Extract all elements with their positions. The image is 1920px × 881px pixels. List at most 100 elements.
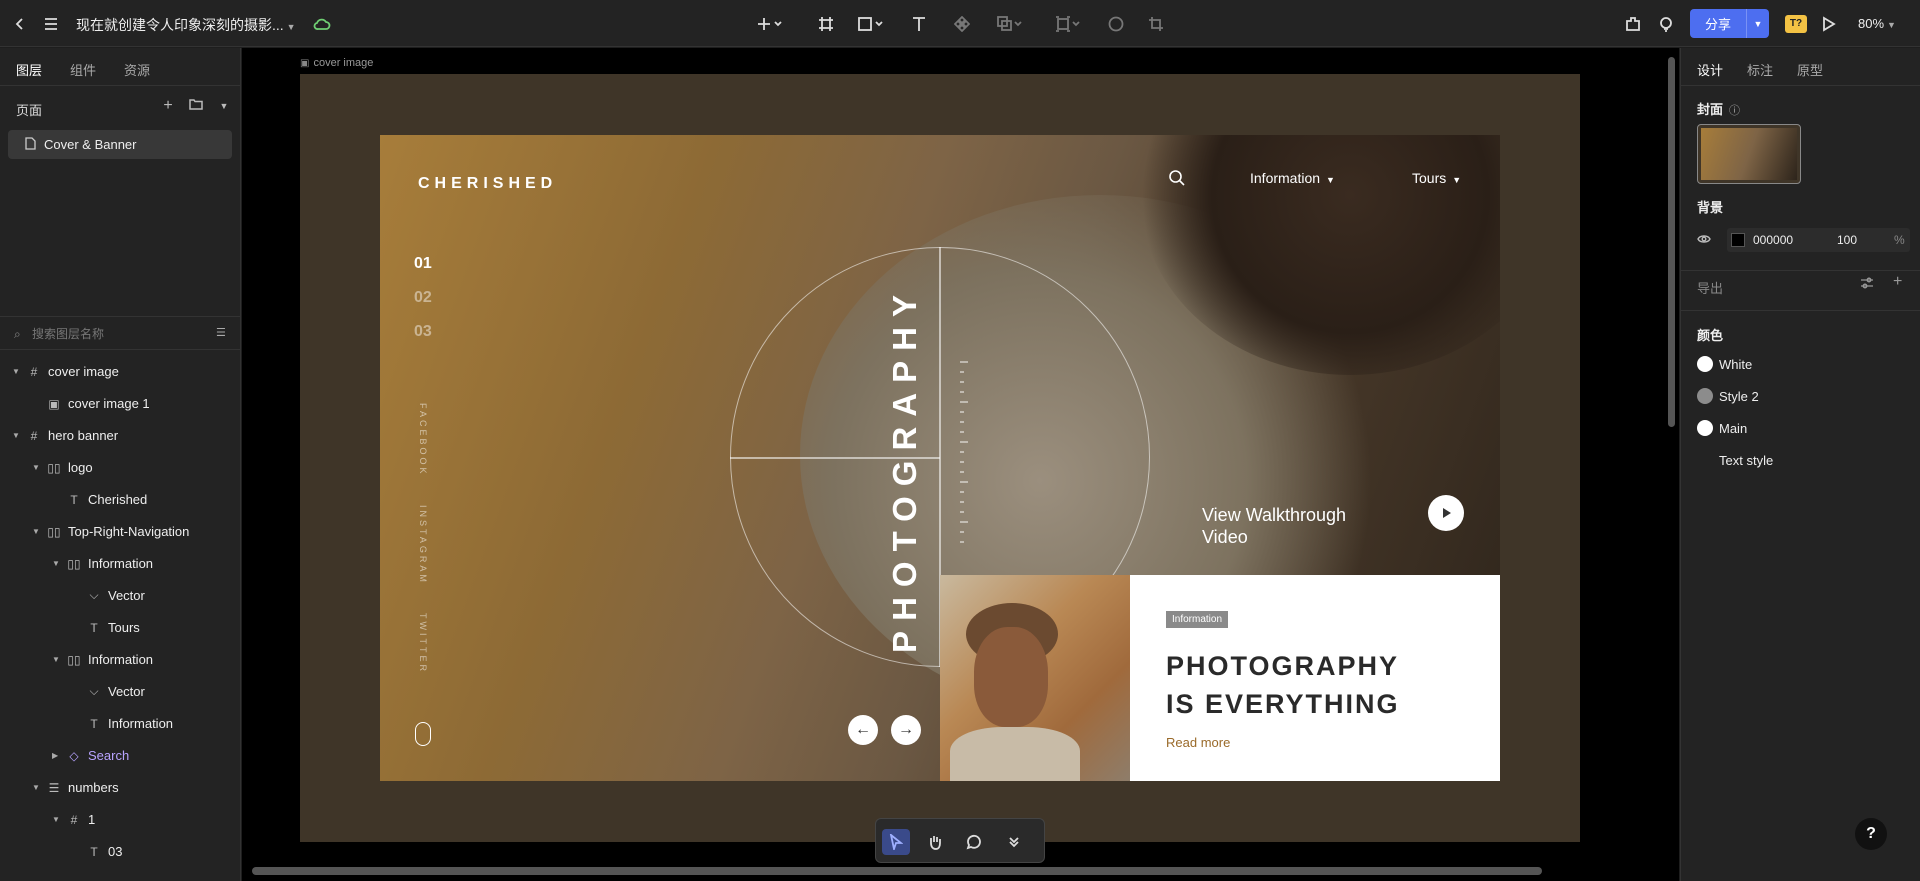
- text-tool-button[interactable]: [907, 10, 931, 37]
- read-more-link[interactable]: Read more: [1166, 735, 1230, 750]
- play-prototype-icon[interactable]: [1816, 10, 1840, 37]
- color-style-main[interactable]: Main: [1697, 420, 1747, 436]
- filter-icon[interactable]: ☰: [216, 326, 226, 339]
- share-button[interactable]: 分享 ▼: [1690, 9, 1769, 38]
- background-fill-row[interactable]: 000000 100 %: [1727, 228, 1910, 252]
- background-swatch[interactable]: [1731, 233, 1745, 247]
- layer-row[interactable]: ▼ ▯▯ logo: [32, 460, 93, 475]
- text-style-item[interactable]: Text style: [1719, 453, 1773, 468]
- document-title[interactable]: 现在就创建令人印象深刻的摄影... ▼: [76, 15, 296, 35]
- logo-text[interactable]: CHERISHED: [418, 175, 557, 193]
- layer-row[interactable]: ▼ # hero banner: [12, 428, 118, 443]
- prev-slide-button[interactable]: ←: [848, 715, 878, 745]
- slide-number-2[interactable]: 02: [414, 289, 432, 307]
- crop-tool-button[interactable]: [1144, 10, 1168, 37]
- background-hex[interactable]: 000000: [1753, 233, 1793, 247]
- search-icon[interactable]: [1168, 169, 1188, 189]
- play-video-button[interactable]: [1428, 495, 1464, 531]
- text-missing-font-badge[interactable]: T?: [1785, 15, 1807, 33]
- text-layer-icon: T: [70, 492, 78, 507]
- caret-down-icon[interactable]: ▼: [32, 783, 46, 792]
- layer-row[interactable]: ▶ ◇ Search: [52, 748, 129, 763]
- layer-row[interactable]: ⌵ Vector: [72, 684, 144, 699]
- share-dropdown-icon[interactable]: ▼: [1747, 9, 1769, 38]
- color-style-white[interactable]: White: [1697, 356, 1752, 372]
- back-icon[interactable]: [10, 10, 30, 37]
- caret-down-icon[interactable]: ▼: [12, 367, 26, 376]
- caret-right-icon[interactable]: ▶: [52, 751, 66, 760]
- layer-row[interactable]: ▼ #1: [52, 812, 95, 827]
- nav-information[interactable]: Information ▼: [1250, 170, 1335, 186]
- layer-row[interactable]: ▣ cover image 1: [32, 396, 149, 411]
- tab-annotate[interactable]: 标注: [1747, 60, 1773, 79]
- tab-assets[interactable]: 资源: [124, 60, 150, 79]
- photography-vertical-title[interactable]: PHOTOGRAPHY: [886, 285, 924, 653]
- divider: [0, 85, 241, 86]
- layer-row[interactable]: ▼ # cover image: [12, 364, 119, 379]
- layer-row[interactable]: T Tours: [72, 620, 139, 635]
- information-tag[interactable]: Information: [1166, 611, 1229, 628]
- help-button[interactable]: ?: [1855, 818, 1887, 850]
- caret-down-icon[interactable]: ▼: [52, 815, 66, 824]
- menu-icon[interactable]: [40, 10, 62, 37]
- layer-row[interactable]: T 03: [72, 844, 122, 859]
- layer-row[interactable]: T Information: [72, 716, 173, 731]
- lightbulb-icon[interactable]: [1654, 10, 1678, 37]
- arrow-left-icon: ←: [855, 721, 871, 738]
- layer-row[interactable]: ▼ ▯▯ Information: [52, 652, 153, 667]
- slide-number-1[interactable]: 01: [414, 255, 432, 273]
- card-title[interactable]: PHOTOGRAPHY IS EVERYTHING: [1166, 647, 1400, 723]
- insert-tool-button[interactable]: [752, 10, 788, 37]
- layer-row[interactable]: ⌵ Vector: [72, 588, 144, 603]
- social-twitter[interactable]: TWITTER: [418, 613, 428, 674]
- tab-layers[interactable]: 图层: [16, 60, 42, 79]
- hand-tool-button[interactable]: [921, 829, 949, 855]
- comment-tool-button[interactable]: [960, 829, 988, 855]
- add-page-icon[interactable]: +: [160, 98, 176, 114]
- component-tool-button[interactable]: [950, 10, 974, 37]
- hero-banner[interactable]: CHERISHED 01 02 03 FACEBOOK INSTAGRAM TW…: [380, 135, 1500, 781]
- tab-components[interactable]: 组件: [70, 60, 96, 79]
- shape-tool-button[interactable]: [853, 10, 889, 37]
- social-instagram[interactable]: INSTAGRAM: [418, 505, 428, 585]
- vertical-scrollbar[interactable]: [1668, 57, 1675, 427]
- add-export-icon[interactable]: +: [1893, 273, 1902, 291]
- view-walkthrough-video-text[interactable]: View Walkthrough Video: [1202, 504, 1382, 548]
- plugin-icon[interactable]: [1621, 10, 1645, 37]
- collapse-pages-icon[interactable]: ▼: [216, 98, 232, 114]
- page-item-cover-banner[interactable]: Cover & Banner: [8, 130, 232, 159]
- social-facebook[interactable]: FACEBOOK: [418, 403, 428, 477]
- slide-number-3[interactable]: 03: [414, 323, 432, 341]
- frame-tool-button[interactable]: [814, 10, 838, 37]
- info-card[interactable]: Information PHOTOGRAPHY IS EVERYTHING Re…: [940, 575, 1500, 781]
- move-tool-button[interactable]: [882, 829, 910, 855]
- horizontal-scrollbar[interactable]: [252, 867, 1542, 875]
- caret-down-icon[interactable]: ▼: [32, 527, 46, 536]
- info-icon[interactable]: ⓘ: [1729, 105, 1740, 117]
- ellipse-tool-button[interactable]: [1104, 10, 1128, 37]
- layer-row[interactable]: ▼ ▯▯ Top-Right-Navigation: [32, 524, 189, 539]
- caret-down-icon[interactable]: ▼: [52, 655, 66, 664]
- caret-down-icon[interactable]: ▼: [52, 559, 66, 568]
- tab-design[interactable]: 设计: [1697, 60, 1723, 79]
- tab-prototype[interactable]: 原型: [1797, 60, 1823, 79]
- folder-icon[interactable]: [188, 98, 204, 114]
- boolean-tool-button[interactable]: [992, 10, 1028, 37]
- cover-thumbnail[interactable]: [1697, 124, 1801, 184]
- frame-label[interactable]: ▣ cover image: [300, 57, 373, 69]
- nav-tours[interactable]: Tours ▼: [1412, 170, 1461, 186]
- mask-tool-button[interactable]: [1050, 10, 1086, 37]
- zoom-level[interactable]: 80% ▼: [1858, 16, 1896, 31]
- color-style-2[interactable]: Style 2: [1697, 388, 1759, 404]
- background-opacity[interactable]: 100: [1837, 233, 1857, 247]
- layer-row[interactable]: ▼ ☰ numbers: [32, 780, 119, 795]
- eye-icon[interactable]: [1697, 232, 1711, 247]
- more-tools-icon[interactable]: [1000, 829, 1028, 855]
- export-settings-icon[interactable]: [1860, 276, 1874, 295]
- caret-down-icon[interactable]: ▼: [12, 431, 26, 440]
- layer-row[interactable]: ▼ ▯▯ Information: [52, 556, 153, 571]
- next-slide-button[interactable]: →: [891, 715, 921, 745]
- layer-row[interactable]: T Cherished: [52, 492, 147, 507]
- layer-search-input[interactable]: 搜索图层名称: [32, 325, 104, 342]
- caret-down-icon[interactable]: ▼: [32, 463, 46, 472]
